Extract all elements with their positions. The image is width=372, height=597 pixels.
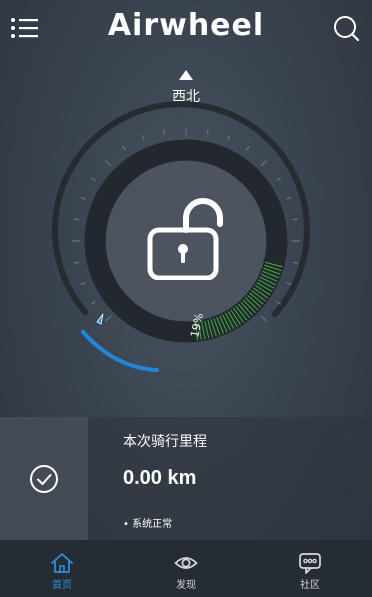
gauge-tick [90,301,96,305]
search-button[interactable] [332,14,360,42]
check-circle-icon [30,464,58,493]
gauge-tick [80,282,86,286]
tab-community-label: 社区 [300,580,320,591]
triangle-up-icon [179,70,193,80]
gauge-tick [260,159,268,167]
gauge-tick [276,177,282,181]
system-status-text: • 系统正常 [123,519,173,530]
gauge-tick [80,196,86,200]
unlocked-padlock-icon [147,198,223,281]
gauge-tick [286,282,292,286]
gauge-tick [104,159,112,167]
gauge-tick [74,261,80,264]
tab-home[interactable]: 首页 [0,540,124,597]
tab-discover-label: 发现 [176,580,196,591]
needle-icon [96,313,104,325]
speed-arc [81,330,159,372]
ride-distance-value: 0.00 km [123,467,197,489]
gauge-tick [206,129,209,135]
lock-toggle-button[interactable] [144,190,228,281]
ride-info: 本次骑行里程 0.00 km • 系统正常 [88,417,372,540]
gauge-tick [292,261,298,264]
gauge-tick [122,145,126,151]
top-bar: Airwheel [0,0,372,60]
gauge-tick [163,129,166,135]
home-icon [51,553,73,573]
ride-distance-title: 本次骑行里程 [123,434,207,450]
gauge-tick [90,177,96,181]
gauge-tick [227,135,231,141]
gauge-tick [104,315,112,323]
ride-summary-panel: 本次骑行里程 0.00 km • 系统正常 [0,417,372,540]
status-box [0,417,88,540]
search-icon [334,16,360,42]
tab-home-label: 首页 [52,580,72,591]
chat-bubble-icon [299,553,321,574]
gauge-tick [246,145,250,151]
gauge-tick [260,315,268,323]
bottom-tab-bar: 首页 发现 社区 [0,540,372,597]
gauge-tick [74,218,80,221]
gauge-tick [286,196,292,200]
tab-community[interactable]: 社区 [248,540,372,597]
eye-icon [174,557,198,569]
gauge-tick [292,218,298,221]
gauge-tick [141,135,145,141]
tab-discover[interactable]: 发现 [124,540,248,597]
brand-logo: Airwheel [107,8,265,43]
